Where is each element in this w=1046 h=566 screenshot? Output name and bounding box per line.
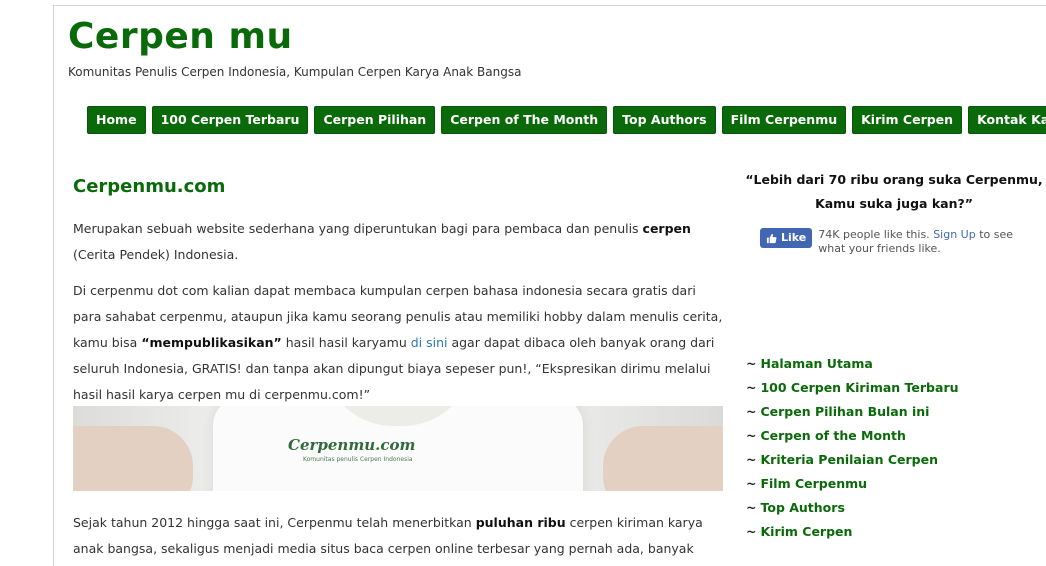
tilde-prefix: ~ — [746, 452, 757, 467]
facebook-signup-link[interactable]: Sign Up — [933, 228, 976, 241]
description-paragraph: Di cerpenmu dot com kalian dapat membaca… — [73, 278, 723, 408]
intro-text-a: Merupakan sebuah website sederhana yang … — [73, 221, 643, 236]
page-frame: Cerpen mu Komunitas Penulis Cerpen Indon… — [53, 5, 1046, 566]
sidebar-link-label: Film Cerpenmu — [760, 476, 868, 491]
history-paragraph: Sejak tahun 2012 hingga saat ini, Cerpen… — [73, 510, 723, 566]
sidebar-quote-line2: Kamu suka juga kan?” — [815, 196, 973, 211]
sidebar-link-label: 100 Cerpen Kiriman Terbaru — [760, 380, 959, 395]
sidebar-link-kriteria[interactable]: ~ Kriteria Penilaian Cerpen — [746, 448, 959, 472]
nav-top-authors-button[interactable]: Top Authors — [613, 106, 716, 134]
banner-logo-text: Cerpenmu.com — [288, 436, 416, 454]
sidebar-link-label: Top Authors — [760, 500, 845, 515]
nav-film-cerpenmu-button[interactable]: Film Cerpenmu — [721, 106, 847, 134]
facebook-like-label: Like — [781, 231, 807, 244]
banner-left-arm — [73, 426, 193, 491]
sidebar-link-top-authors[interactable]: ~ Top Authors — [746, 496, 959, 520]
sidebar-link-100-cerpen[interactable]: ~100 Cerpen Kiriman Terbaru — [746, 376, 959, 400]
banner-tshirt: Cerpenmu.com Komunitas penulis Cerpen In… — [213, 406, 583, 491]
tilde-prefix: ~ — [746, 356, 757, 371]
sidebar-quote-line1: “Lebih dari 70 ribu orang suka Cerpenmu, — [745, 172, 1043, 187]
banner-tshirt-neck — [323, 406, 473, 426]
sidebar-link-label: Cerpen of the Month — [760, 428, 906, 443]
nav-100-cerpen-terbaru-button[interactable]: 100 Cerpen Terbaru — [151, 106, 309, 134]
intro-paragraph: Merupakan sebuah website sederhana yang … — [73, 216, 723, 268]
history-text-a: Sejak tahun 2012 hingga saat ini, Cerpen… — [73, 515, 476, 530]
banner-logo-subtitle: Komunitas penulis Cerpen Indonesia — [303, 456, 413, 463]
sidebar-link-label: Cerpen Pilihan Bulan ini — [760, 404, 930, 419]
description-text-b: hasil hasil karyamu — [281, 335, 411, 350]
nav-home-button[interactable]: Home — [87, 106, 146, 134]
intro-text-b: (Cerita Pendek) Indonesia. — [73, 247, 239, 262]
tilde-prefix: ~ — [746, 428, 757, 443]
description-bold-publish: “mempublikasikan” — [141, 335, 282, 350]
sidebar-link-halaman-utama[interactable]: ~ Halaman Utama — [746, 352, 959, 376]
sidebar-link-list: ~ Halaman Utama ~100 Cerpen Kiriman Terba… — [746, 352, 959, 544]
main-nav: Home 100 Cerpen Terbaru Cerpen Pilihan C… — [87, 106, 1046, 134]
sidebar-link-label: Kriteria Penilaian Cerpen — [760, 452, 938, 467]
facebook-like-count: 74K people like this. — [818, 228, 930, 241]
sidebar-link-cerpen-pilihan[interactable]: ~ Cerpen Pilihan Bulan ini — [746, 400, 959, 424]
thumbs-up-icon — [766, 233, 777, 243]
nav-kirim-cerpen-button[interactable]: Kirim Cerpen — [852, 106, 963, 134]
tilde-prefix: ~ — [746, 404, 757, 419]
sidebar-link-film-cerpenmu[interactable]: ~ Film Cerpenmu — [746, 472, 959, 496]
facebook-like-button[interactable]: Like — [760, 228, 813, 248]
intro-bold-cerpen: cerpen — [642, 221, 691, 236]
di-sini-link[interactable]: di sini — [411, 335, 448, 350]
main-content: Cerpenmu.com Merupakan sebuah website se… — [73, 176, 725, 556]
site-title[interactable]: Cerpen mu — [68, 16, 293, 57]
sidebar-quote: “Lebih dari 70 ribu orang suka Cerpenmu,… — [744, 168, 1044, 216]
sidebar-link-label: Halaman Utama — [760, 356, 873, 371]
tshirt-banner-image: Cerpenmu.com Komunitas penulis Cerpen In… — [73, 406, 723, 491]
facebook-like-widget: Like 74K people like this. Sign Up to se… — [760, 228, 1030, 256]
banner-right-arm — [603, 426, 723, 491]
sidebar-link-kirim-cerpen[interactable]: ~ Kirim Cerpen — [746, 520, 959, 544]
sidebar: “Lebih dari 70 ribu orang suka Cerpenmu,… — [744, 168, 1044, 539]
main-heading: Cerpenmu.com — [73, 176, 226, 197]
tilde-prefix: ~ — [746, 476, 757, 491]
history-bold-puluhan-ribu: puluhan ribu — [475, 515, 566, 530]
tilde-prefix: ~ — [746, 500, 757, 515]
sidebar-link-cerpen-of-the-month[interactable]: ~ Cerpen of the Month — [746, 424, 959, 448]
site-tagline: Komunitas Penulis Cerpen Indonesia, Kump… — [68, 65, 522, 79]
sidebar-link-label: Kirim Cerpen — [760, 524, 853, 539]
nav-cerpen-of-the-month-button[interactable]: Cerpen of The Month — [441, 106, 608, 134]
nav-cerpen-pilihan-button[interactable]: Cerpen Pilihan — [314, 106, 436, 134]
tilde-prefix: ~ — [746, 524, 757, 539]
facebook-like-text: 74K people like this. Sign Up to see wha… — [818, 228, 1030, 256]
tilde-prefix: ~ — [746, 380, 757, 395]
nav-kontak-kami-button[interactable]: Kontak Kami — [968, 106, 1046, 134]
